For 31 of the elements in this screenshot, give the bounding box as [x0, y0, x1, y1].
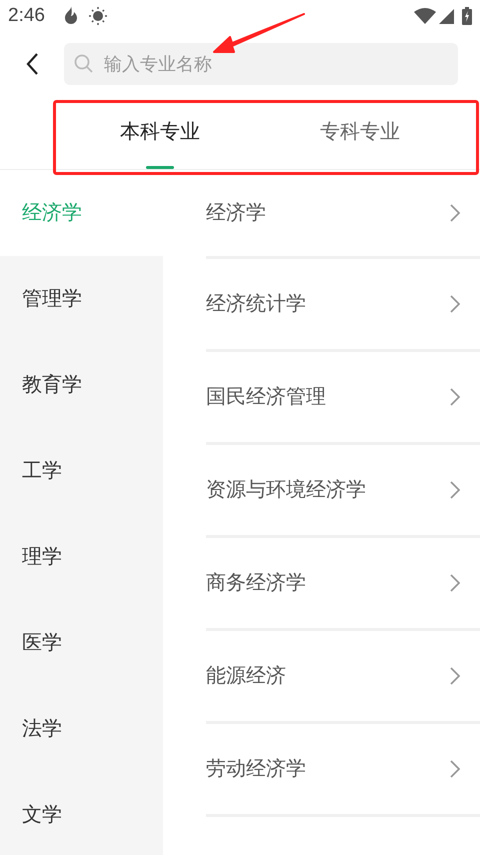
category-item[interactable]: 理学 [0, 514, 163, 600]
chevron-icon [450, 481, 460, 499]
category-item[interactable]: 法学 [0, 686, 163, 772]
battery-icon [462, 7, 472, 25]
chevron-icon [450, 574, 460, 592]
signal-icon [439, 8, 454, 24]
status-time: 2:46 [8, 4, 45, 28]
brightness-icon [88, 7, 107, 25]
category-item[interactable]: 文学 [0, 772, 163, 855]
major-item[interactable]: 经济统计学 [206, 259, 480, 352]
chevron-icon [450, 204, 460, 222]
category-item[interactable]: 医学 [0, 600, 163, 686]
chevron-icon [450, 388, 460, 406]
major-item[interactable]: 商务经济学 [206, 538, 480, 631]
wifi-icon [414, 8, 436, 24]
major-item[interactable]: 国民经济管理 [206, 352, 480, 445]
major-item[interactable]: 能源经济 [206, 631, 480, 724]
major-item[interactable]: 资源与环境经济学 [206, 445, 480, 538]
tab[interactable]: 专科专业 [260, 95, 460, 169]
chevron-icon [450, 760, 460, 778]
major-item[interactable]: 经济学 [206, 170, 480, 259]
chevron-icon [450, 295, 460, 313]
category-item[interactable]: 教育学 [0, 342, 163, 428]
search-field[interactable]: 输入专业名称 [64, 43, 458, 85]
category-item[interactable]: 工学 [0, 428, 163, 514]
chevron-icon [450, 667, 460, 685]
search-icon [74, 54, 94, 74]
flame-icon [62, 6, 79, 26]
tab[interactable]: 本科专业 [60, 95, 260, 169]
category-item[interactable]: 管理学 [0, 256, 163, 342]
major-item[interactable]: 劳动经济学 [206, 724, 480, 817]
